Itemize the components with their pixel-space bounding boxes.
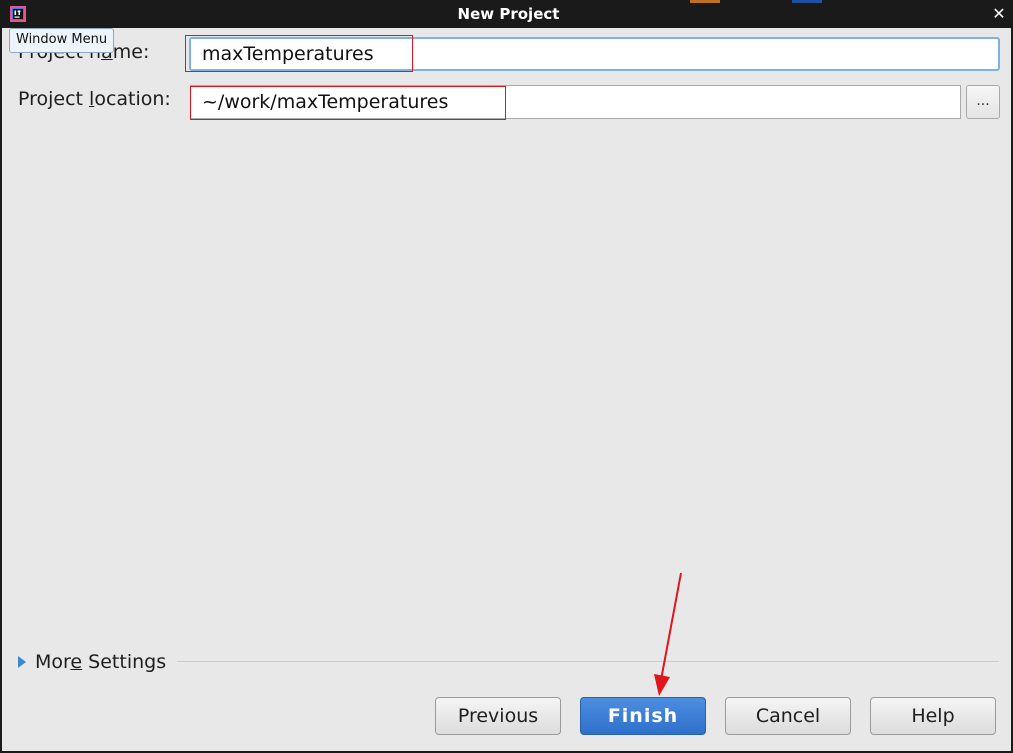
title-bar: New Project ✕: [2, 0, 1013, 28]
window-menu-tooltip: Window Menu: [9, 28, 115, 53]
project-location-label: Project location:: [18, 88, 171, 110]
window-title: New Project: [457, 5, 560, 23]
close-icon[interactable]: ✕: [991, 4, 1007, 24]
triangle-right-icon: [18, 656, 26, 668]
annotation-arrow: [654, 572, 682, 696]
finish-button[interactable]: Finish: [580, 697, 706, 735]
project-name-input[interactable]: maxTemperatures: [189, 37, 1000, 71]
new-project-dialog: New Project ✕ Window Menu Project name: …: [0, 0, 1013, 753]
cancel-button[interactable]: Cancel: [725, 697, 851, 735]
browse-location-button[interactable]: ...: [966, 85, 1000, 119]
previous-button[interactable]: Previous: [435, 697, 561, 735]
divider: [177, 661, 999, 662]
project-location-input[interactable]: ~/work/maxTemperatures: [190, 85, 961, 119]
help-button[interactable]: Help: [870, 697, 996, 735]
more-settings-label: More Settings: [35, 651, 167, 673]
